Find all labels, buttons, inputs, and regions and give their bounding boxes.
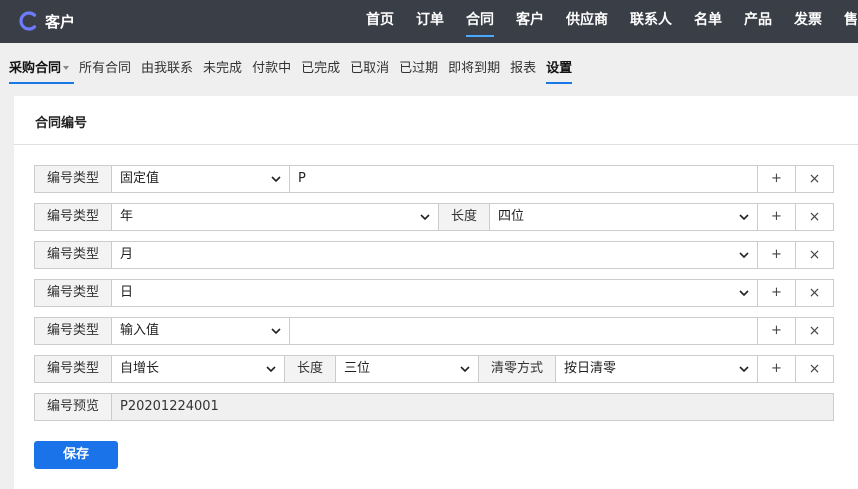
nav-after-sales[interactable]: 售后 xyxy=(833,0,858,43)
type-select-value: 年 xyxy=(120,209,134,224)
sub-nav: 采购合同 所有合同 由我联系 未完成 付款中 已完成 已取消 已过期 即将到期 … xyxy=(0,55,577,85)
remove-row-button[interactable]: × xyxy=(795,203,834,231)
type-select-value: 自增长 xyxy=(120,361,160,376)
save-button[interactable]: 保存 xyxy=(34,441,118,469)
type-label: 编号类型 xyxy=(34,241,112,269)
app-title: 客户 xyxy=(45,13,76,31)
add-row-button[interactable]: + xyxy=(757,165,796,193)
remove-row-button[interactable]: × xyxy=(795,355,834,383)
reset-mode-label: 清零方式 xyxy=(478,355,556,383)
subnav-completed[interactable]: 已完成 xyxy=(296,55,345,85)
subnav-my-contacts[interactable]: 由我联系 xyxy=(136,55,198,85)
chevron-down-icon xyxy=(739,252,749,259)
caret-down-icon xyxy=(63,65,70,70)
preview-label: 编号预览 xyxy=(34,393,112,421)
nav-home[interactable]: 首页 xyxy=(355,0,405,43)
type-label: 编号类型 xyxy=(34,355,112,383)
divider xyxy=(14,144,858,145)
subnav-expired[interactable]: 已过期 xyxy=(394,55,443,85)
type-label: 编号类型 xyxy=(34,279,112,307)
type-select[interactable]: 输入值 xyxy=(111,317,290,345)
number-rule-row: 编号类型 日 + × xyxy=(34,279,834,307)
panel-title: 合同编号 xyxy=(35,116,88,131)
add-row-button[interactable]: + xyxy=(757,203,796,231)
c-logo-icon[interactable] xyxy=(18,10,40,32)
type-label: 编号类型 xyxy=(34,203,112,231)
chevron-down-icon xyxy=(739,214,749,221)
type-select-value: 输入值 xyxy=(120,323,160,338)
length-select-value: 三位 xyxy=(344,361,371,376)
chevron-down-icon xyxy=(460,366,470,373)
chevron-down-icon xyxy=(420,214,430,221)
chevron-down-icon xyxy=(266,366,276,373)
number-rule-row: 编号类型 月 + × xyxy=(34,241,834,269)
type-select[interactable]: 固定值 xyxy=(111,165,290,193)
type-select-value: 固定值 xyxy=(120,171,160,186)
nav-orders[interactable]: 订单 xyxy=(405,0,455,43)
number-rule-row: 编号类型 固定值 P + × xyxy=(34,165,834,193)
nav-contacts[interactable]: 联系人 xyxy=(619,0,683,43)
top-bar: 客户 首页 订单 合同 客户 供应商 联系人 名单 产品 发票 售后 xyxy=(0,0,858,43)
subnav-purchase-contracts[interactable]: 采购合同 xyxy=(0,55,75,85)
chevron-down-icon xyxy=(739,290,749,297)
number-rule-row: 编号类型 自增长 长度 三位 清零方式 按日清零 + × xyxy=(34,355,834,383)
subnav-all-contracts[interactable]: 所有合同 xyxy=(74,55,136,85)
subnav-cancelled[interactable]: 已取消 xyxy=(345,55,394,85)
add-row-button[interactable]: + xyxy=(757,355,796,383)
remove-row-button[interactable]: × xyxy=(795,165,834,193)
type-label: 编号类型 xyxy=(34,317,112,345)
nav-suppliers[interactable]: 供应商 xyxy=(555,0,619,43)
number-rule-row: 编号类型 年 长度 四位 + × xyxy=(34,203,834,231)
add-row-button[interactable]: + xyxy=(757,317,796,345)
subnav-expiring-soon[interactable]: 即将到期 xyxy=(443,55,505,85)
number-rule-row: 编号类型 输入值 + × xyxy=(34,317,834,345)
nav-invoices[interactable]: 发票 xyxy=(783,0,833,43)
preview-row: 编号预览 P20201224001 xyxy=(34,393,834,421)
type-select[interactable]: 年 xyxy=(111,203,439,231)
subnav-purchase-contracts-label: 采购合同 xyxy=(9,61,62,76)
length-label: 长度 xyxy=(438,203,490,231)
fixed-value-input[interactable]: P xyxy=(289,165,758,193)
chevron-down-icon xyxy=(271,328,281,335)
length-select-value: 四位 xyxy=(498,209,525,224)
type-select[interactable]: 日 xyxy=(111,279,758,307)
input-value-field[interactable] xyxy=(289,317,758,345)
type-select-value: 月 xyxy=(120,247,134,262)
subnav-settings[interactable]: 设置 xyxy=(541,55,577,85)
type-select-value: 日 xyxy=(120,285,134,300)
add-row-button[interactable]: + xyxy=(757,241,796,269)
subnav-paying[interactable]: 付款中 xyxy=(247,55,296,85)
chevron-down-icon xyxy=(739,366,749,373)
subnav-reports[interactable]: 报表 xyxy=(505,55,541,85)
nav-lists[interactable]: 名单 xyxy=(683,0,733,43)
add-row-button[interactable]: + xyxy=(757,279,796,307)
length-select[interactable]: 三位 xyxy=(335,355,479,383)
type-label: 编号类型 xyxy=(34,165,112,193)
settings-panel: 合同编号 编号类型 固定值 P + × 编号类型 年 长度 四位 + × 编号类… xyxy=(14,96,858,489)
length-select[interactable]: 四位 xyxy=(489,203,758,231)
chevron-down-icon xyxy=(271,176,281,183)
remove-row-button[interactable]: × xyxy=(795,279,834,307)
type-select[interactable]: 月 xyxy=(111,241,758,269)
remove-row-button[interactable]: × xyxy=(795,317,834,345)
main-nav: 首页 订单 合同 客户 供应商 联系人 名单 产品 发票 售后 xyxy=(355,0,858,43)
length-label: 长度 xyxy=(284,355,336,383)
preview-value: P20201224001 xyxy=(111,393,834,421)
subnav-incomplete[interactable]: 未完成 xyxy=(198,55,247,85)
reset-mode-select[interactable]: 按日清零 xyxy=(555,355,758,383)
reset-mode-select-value: 按日清零 xyxy=(564,361,617,376)
remove-row-button[interactable]: × xyxy=(795,241,834,269)
nav-customers[interactable]: 客户 xyxy=(505,0,555,43)
type-select[interactable]: 自增长 xyxy=(111,355,285,383)
nav-products[interactable]: 产品 xyxy=(733,0,783,43)
nav-contracts[interactable]: 合同 xyxy=(455,0,505,43)
